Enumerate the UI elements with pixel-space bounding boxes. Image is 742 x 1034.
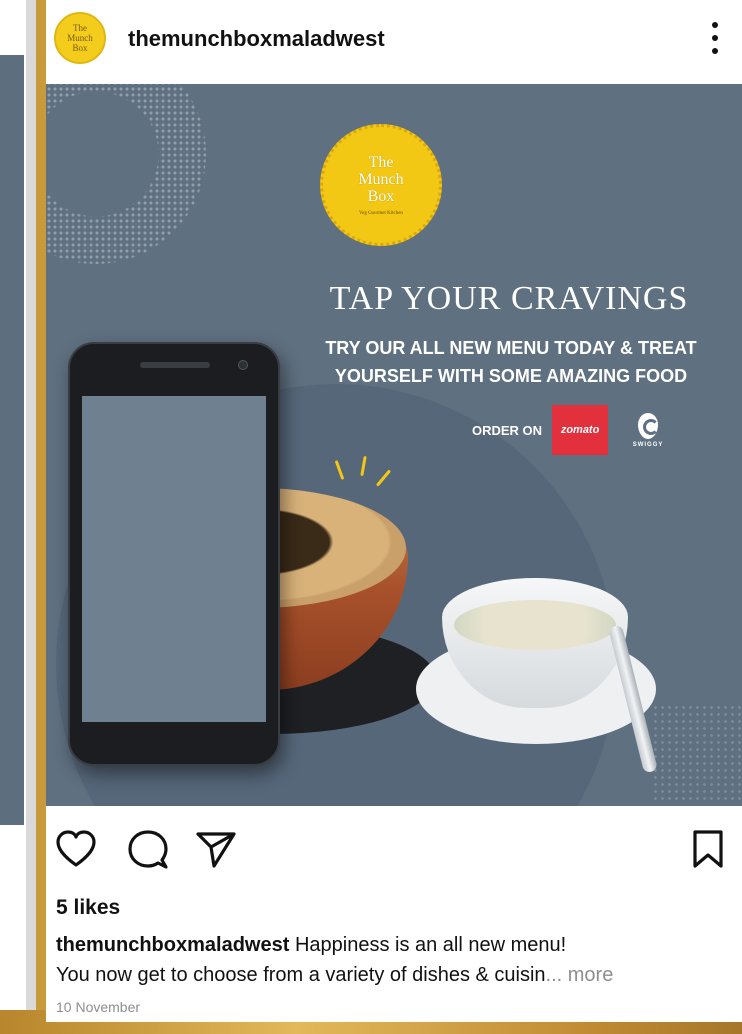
post-actions: [46, 828, 742, 878]
order-on-row: ORDER ON zomato SWIGGY: [472, 402, 672, 458]
brand-logo-badge: The Munch Box Veg Gourmet Kitchen: [320, 124, 442, 246]
decorative-dots: [652, 704, 742, 804]
caption-text-2: You now get to choose from a variety of …: [56, 964, 546, 986]
swiggy-logo: SWIGGY: [624, 405, 672, 455]
likes-count[interactable]: 5 likes: [56, 896, 120, 920]
caption-more-link[interactable]: more: [562, 964, 614, 986]
caption-ellipsis: ...: [545, 964, 563, 986]
promo-headline: TAP YOUR CRAVINGS: [329, 280, 689, 317]
caption-username[interactable]: themunchboxmaladwest: [56, 934, 289, 956]
avatar[interactable]: The Munch Box: [54, 12, 106, 64]
decorative-dot-ring: [46, 84, 206, 264]
share-icon[interactable]: [194, 828, 238, 872]
caption-line-1: themunchboxmaladwest Happiness is an all…: [56, 930, 736, 960]
avatar-text-2: Munch: [67, 33, 93, 43]
logo-subtext: Veg Gourmet Kitchen: [359, 211, 403, 216]
bowl-soup: [454, 600, 616, 650]
swiggy-label: SWIGGY: [632, 441, 664, 448]
background-separator: [26, 0, 36, 1034]
post-caption: themunchboxmaladwest Happiness is an all…: [56, 930, 736, 990]
swiggy-pin-icon: [638, 412, 660, 439]
more-vertical-icon[interactable]: [710, 22, 720, 54]
order-on-label: ORDER ON: [472, 422, 543, 438]
phone-camera: [238, 360, 248, 370]
promo-subline: TRY OUR ALL NEW MENU TODAY & TREAT YOURS…: [296, 334, 726, 390]
caption-line-2: You now get to choose from a variety of …: [56, 960, 736, 990]
logo-text-2: Munch: [358, 171, 404, 188]
comment-icon[interactable]: [126, 828, 170, 872]
bookmark-icon[interactable]: [686, 828, 730, 872]
caption-text-1: Happiness is an all new menu!: [289, 934, 567, 956]
logo-text-3: Box: [367, 188, 395, 205]
post-image[interactable]: The Munch Box Veg Gourmet Kitchen TAP YO…: [46, 84, 742, 806]
logo-text-1: The: [368, 154, 394, 171]
avatar-text-3: Box: [72, 43, 88, 53]
promo-subline-1: TRY OUR ALL NEW MENU TODAY & TREAT: [325, 338, 697, 358]
avatar-text-1: The: [73, 23, 87, 33]
smartphone: [68, 342, 280, 766]
heart-icon[interactable]: [54, 828, 98, 872]
post-date: 10 November: [56, 999, 141, 1015]
phone-speaker: [140, 362, 210, 368]
post-username[interactable]: themunchboxmaladwest: [128, 26, 385, 52]
post-header: The Munch Box themunchboxmaladwest: [46, 0, 742, 82]
phone-screen: [82, 396, 266, 722]
zomato-logo: zomato: [552, 405, 609, 455]
instagram-post-card: The Munch Box themunchboxmaladwest The M…: [46, 0, 742, 1022]
promo-subline-2: YOURSELF WITH SOME AMAZING FOOD: [334, 366, 688, 386]
previous-post-edge: [0, 55, 24, 825]
